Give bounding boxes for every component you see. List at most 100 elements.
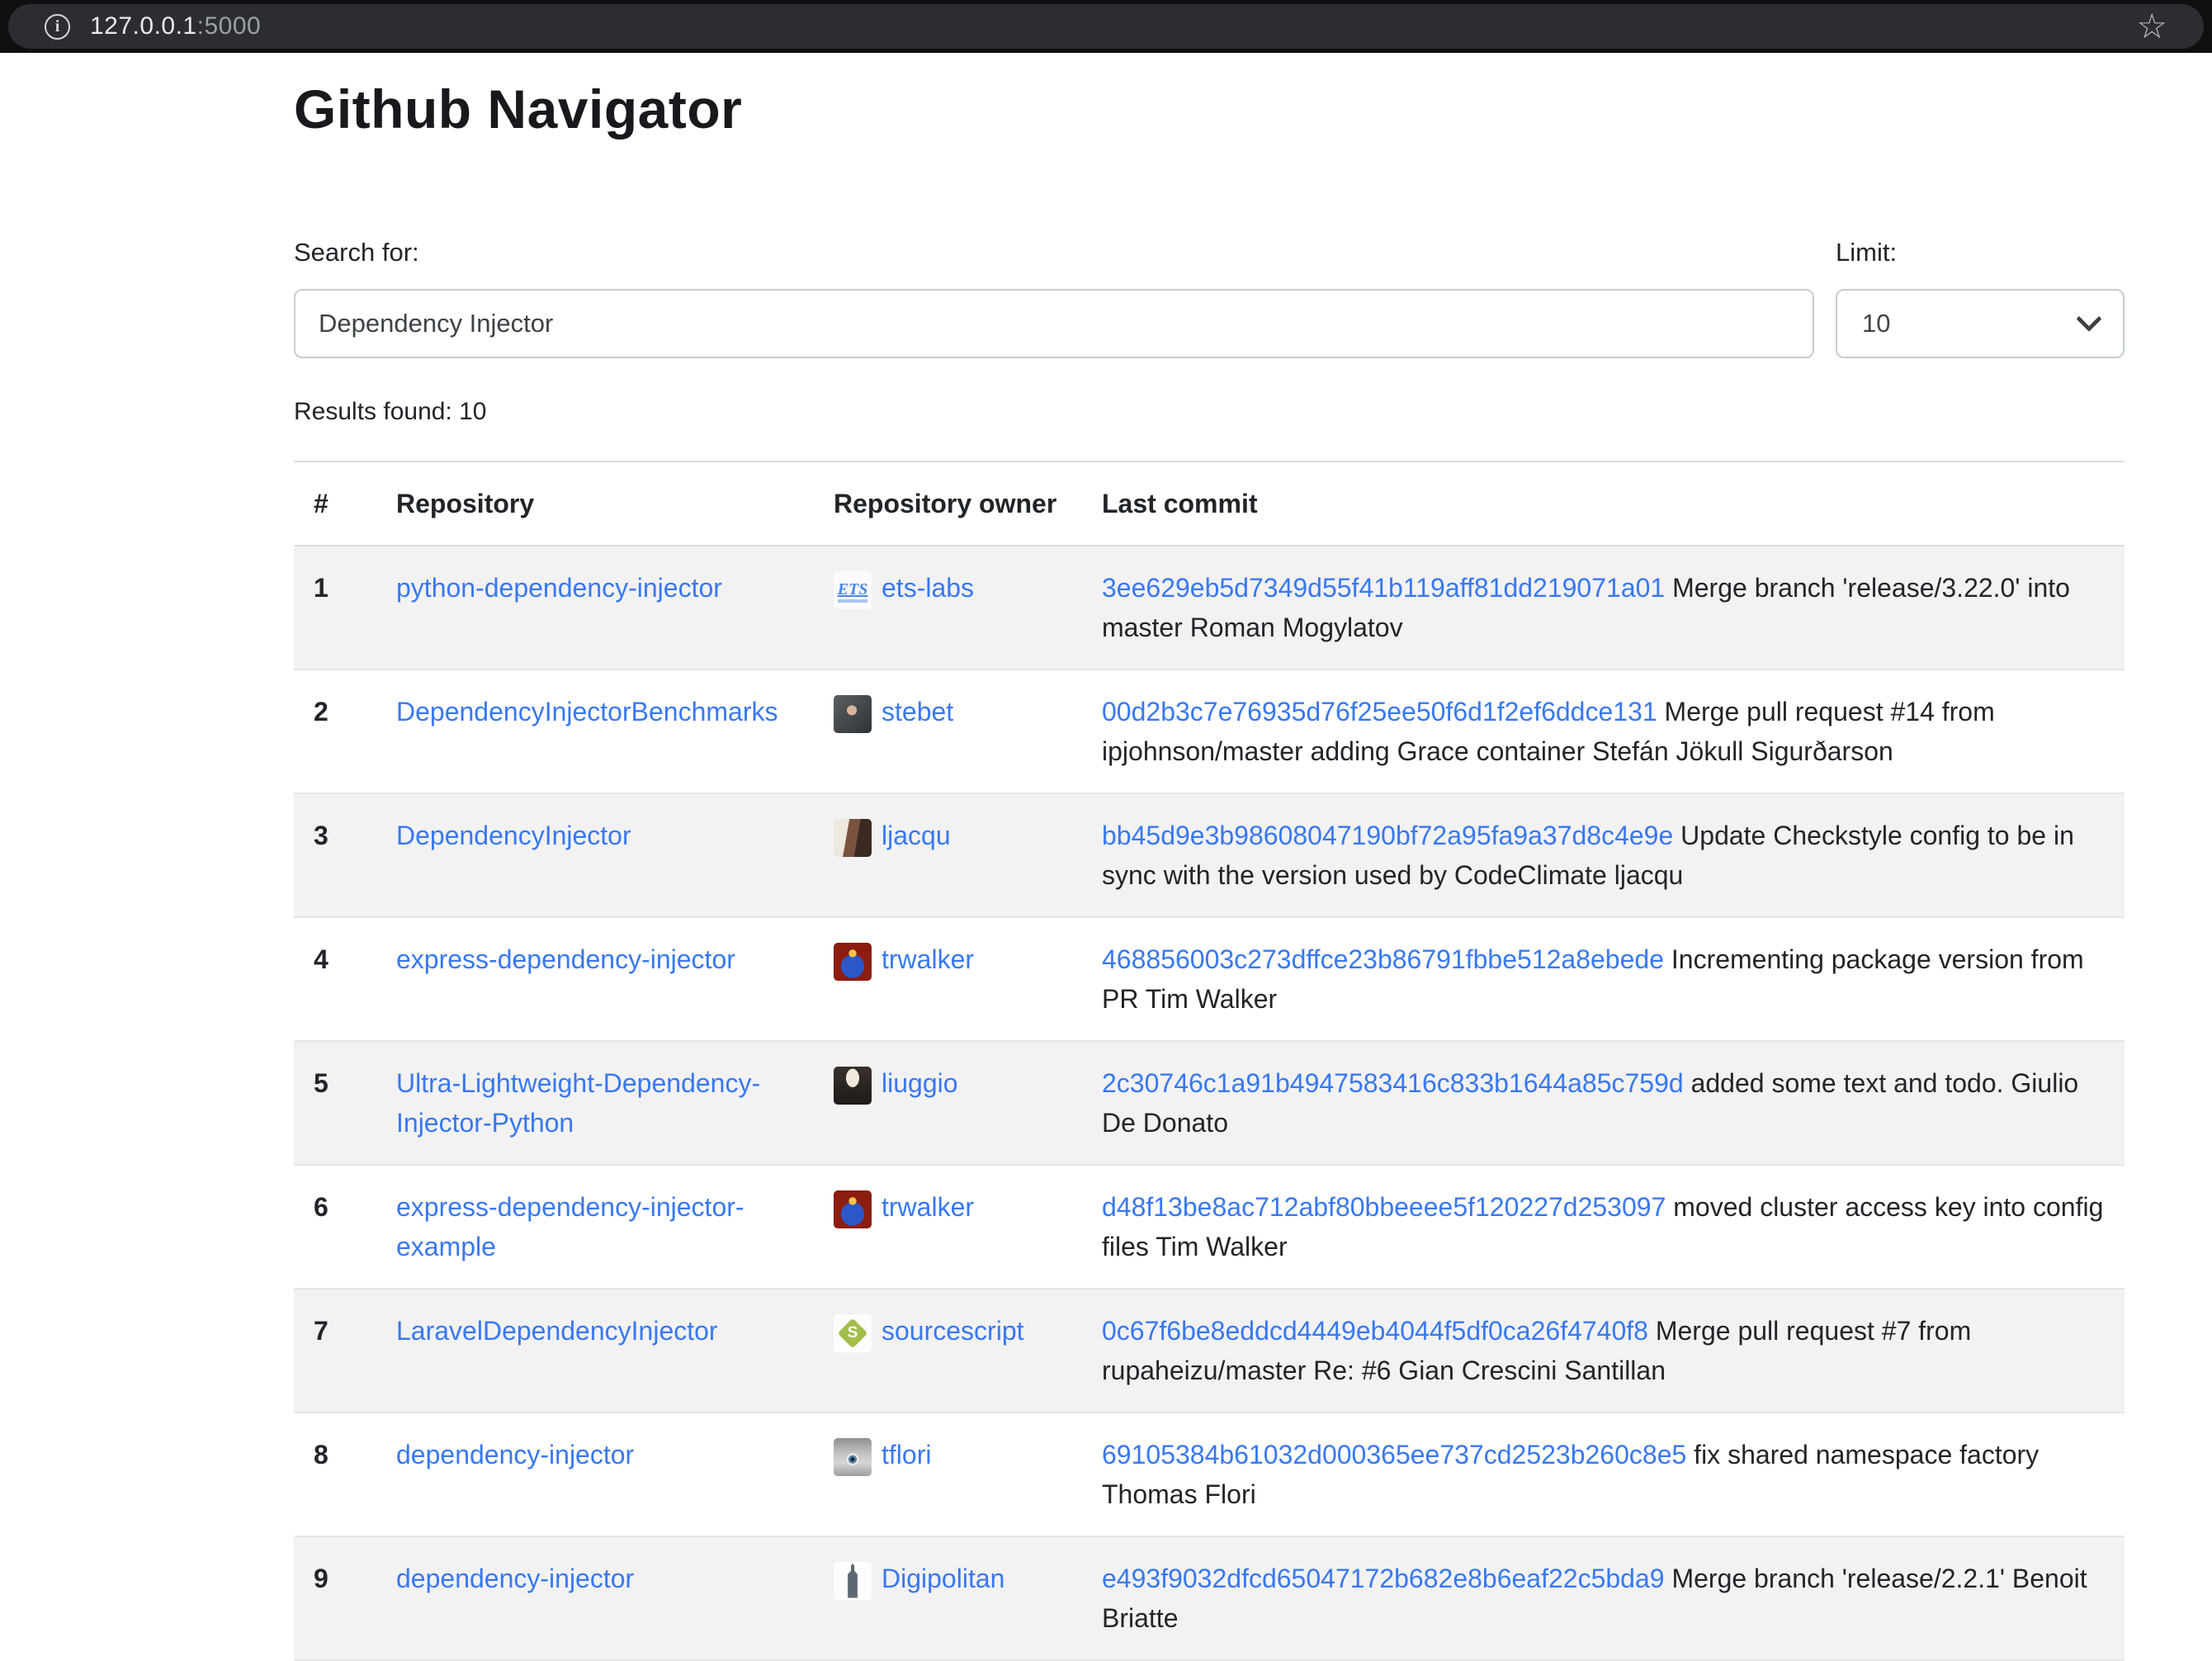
limit-select[interactable]: 10 [1836, 289, 2125, 358]
table-row: 9 dependency-injector Digipolitan e493f9032… [294, 1536, 2125, 1660]
owner-avatar [834, 819, 872, 857]
commit-hash-link[interactable]: 2c30746c1a91b4947583416c833b1644a85c759d [1102, 1068, 1684, 1098]
search-field-group: Search for: [294, 238, 1814, 358]
row-number: 9 [294, 1536, 376, 1660]
table-body: 1python-dependency-injectorETSets-labs3e… [294, 546, 2125, 1661]
page-title: Github Navigator [294, 78, 2125, 140]
page: i 127.0.0.1:5000 ☆ Github Navigator Sear… [0, 0, 2212, 1661]
owner-link[interactable]: liuggio [881, 1068, 958, 1098]
commit-hash-link[interactable]: bb45d9e3b98608047190bf72a95fa9a37d8c4e9e [1102, 821, 1673, 850]
repository-link[interactable]: python-dependency-injector [396, 573, 722, 603]
repository-cell: python-dependency-injector [376, 546, 814, 670]
commit-hash-link[interactable]: 0c67f6be8eddcd4449eb4044f5df0ca26f4740f8 [1102, 1316, 1648, 1346]
table-row: 7LaravelDependencyInjectorSsourcescript0… [294, 1289, 2125, 1413]
table-row: 1python-dependency-injectorETSets-labs3e… [294, 546, 2125, 670]
commit-hash-link[interactable]: 3ee629eb5d7349d55f41b119aff81dd219071a01 [1102, 573, 1665, 603]
commit-cell: 00d2b3c7e76935d76f25ee50f6d1f2ef6ddce131… [1082, 670, 2125, 793]
url-bar[interactable]: i 127.0.0.1:5000 ☆ [8, 4, 2204, 49]
owner-cell: ETS ets-labs [814, 546, 1082, 670]
column-header-owner: Repository owner [814, 461, 1082, 546]
commit-cell: e493f9032dfcd65047172b682e8b6eaf22c5bda9… [1082, 1536, 2125, 1660]
column-header-repository: Repository [376, 461, 814, 546]
table-header-row: # Repository Repository owner Last commi… [294, 461, 2125, 546]
row-number: 3 [294, 793, 376, 917]
row-number: 2 [294, 670, 376, 793]
repository-cell: dependency-injector [376, 1413, 814, 1536]
owner-link[interactable]: tflori [881, 1440, 931, 1469]
row-number: 4 [294, 917, 376, 1041]
row-number: 5 [294, 1041, 376, 1165]
repository-cell: express-dependency-injector [376, 917, 814, 1041]
commit-cell: 0c67f6be8eddcd4449eb4044f5df0ca26f4740f8… [1082, 1289, 2125, 1413]
owner-avatar [834, 1067, 872, 1105]
url-text[interactable]: 127.0.0.1:5000 [90, 12, 261, 40]
owner-cell: trwalker [814, 1165, 1082, 1289]
limit-label: Limit: [1836, 238, 2125, 267]
repository-link[interactable]: express-dependency-injector [396, 944, 735, 974]
repository-link[interactable]: Ultra-Lightweight-Dependency-Injector-Py… [396, 1068, 760, 1138]
owner-cell: Digipolitan [814, 1536, 1082, 1660]
repository-cell: DependencyInjector [376, 793, 814, 917]
chevron-down-icon [2076, 306, 2101, 332]
commit-hash-link[interactable]: 69105384b61032d000365ee737cd2523b260c8e5 [1102, 1440, 1686, 1469]
limit-select-value: 10 [1862, 309, 1890, 338]
results-count: Results found: 10 [294, 398, 2125, 426]
repository-cell: Ultra-Lightweight-Dependency-Injector-Py… [376, 1041, 814, 1165]
info-icon[interactable]: i [45, 14, 70, 40]
owner-link[interactable]: stebet [881, 697, 953, 726]
commit-cell: 2c30746c1a91b4947583416c833b1644a85c759d… [1082, 1041, 2125, 1165]
commit-cell: 3ee629eb5d7349d55f41b119aff81dd219071a01… [1082, 546, 2125, 670]
owner-avatar [834, 943, 872, 981]
commit-hash-link[interactable]: 468856003c273dffce23b86791fbbe512a8ebede [1102, 944, 1664, 974]
url-host: 127.0.0.1 [90, 12, 197, 40]
commit-cell: bb45d9e3b98608047190bf72a95fa9a37d8c4e9e… [1082, 793, 2125, 917]
bookmark-star-icon[interactable]: ☆ [2136, 9, 2167, 44]
owner-cell: liuggio [814, 1041, 1082, 1165]
repository-link[interactable]: express-dependency-injector-example [396, 1192, 744, 1261]
main-container: Github Navigator Search for: Limit: 10 R… [294, 78, 2125, 1661]
commit-hash-link[interactable]: 00d2b3c7e76935d76f25ee50f6d1f2ef6ddce131 [1102, 697, 1657, 726]
owner-avatar [834, 1438, 872, 1476]
repository-cell: LaravelDependencyInjector [376, 1289, 814, 1413]
owner-cell: trwalker [814, 917, 1082, 1041]
owner-cell: Ssourcescript [814, 1289, 1082, 1413]
owner-avatar [834, 1562, 872, 1600]
column-header-last-commit: Last commit [1082, 461, 2125, 546]
column-header-num: # [294, 461, 376, 546]
owner-avatar [834, 1190, 872, 1228]
table-row: 2 DependencyInjectorBenchmarks stebet 00d2b… [294, 670, 2125, 793]
owner-avatar: ETS [834, 571, 872, 609]
owner-link[interactable]: Digipolitan [881, 1564, 1004, 1593]
avatar-logo-text: S [834, 1322, 872, 1346]
url-port: :5000 [197, 12, 262, 40]
search-input[interactable] [294, 289, 1814, 358]
owner-link[interactable]: sourcescript [881, 1316, 1024, 1346]
owner-cell: ljacqu [814, 793, 1082, 917]
row-number: 6 [294, 1165, 376, 1289]
commit-cell: d48f13be8ac712abf80bbeeee5f120227d253097… [1082, 1165, 2125, 1289]
owner-link[interactable]: ljacqu [881, 821, 951, 850]
owner-link[interactable]: trwalker [881, 944, 974, 974]
repository-link[interactable]: DependencyInjectorBenchmarks [396, 697, 778, 726]
owner-link[interactable]: ets-labs [881, 573, 974, 603]
owner-cell: stebet [814, 670, 1082, 793]
commit-hash-link[interactable]: e493f9032dfcd65047172b682e8b6eaf22c5bda9 [1102, 1564, 1665, 1593]
repository-link[interactable]: dependency-injector [396, 1440, 634, 1469]
table-row: 5 Ultra-Lightweight-Dependency-Injector-P… [294, 1041, 2125, 1165]
table-row: 6 express-dependency-injector-example trwa… [294, 1165, 2125, 1289]
search-form: Search for: Limit: 10 [294, 238, 2125, 358]
commit-hash-link[interactable]: d48f13be8ac712abf80bbeeee5f120227d253097 [1102, 1192, 1666, 1222]
table-row: 3 DependencyInjector ljacqu bb45d9e3b986080… [294, 793, 2125, 917]
row-number: 8 [294, 1413, 376, 1536]
repositories-table: # Repository Repository owner Last commi… [294, 461, 2125, 1661]
owner-link[interactable]: trwalker [881, 1192, 974, 1222]
browser-topbar: i 127.0.0.1:5000 ☆ [0, 0, 2212, 53]
search-label: Search for: [294, 238, 1814, 267]
repository-cell: DependencyInjectorBenchmarks [376, 670, 814, 793]
repository-link[interactable]: dependency-injector [396, 1564, 634, 1593]
limit-field-group: Limit: 10 [1836, 238, 2125, 358]
repository-link[interactable]: DependencyInjector [396, 821, 631, 850]
owner-avatar: S [834, 1314, 872, 1352]
repository-link[interactable]: LaravelDependencyInjector [396, 1316, 718, 1346]
owner-cell: tflori [814, 1413, 1082, 1536]
